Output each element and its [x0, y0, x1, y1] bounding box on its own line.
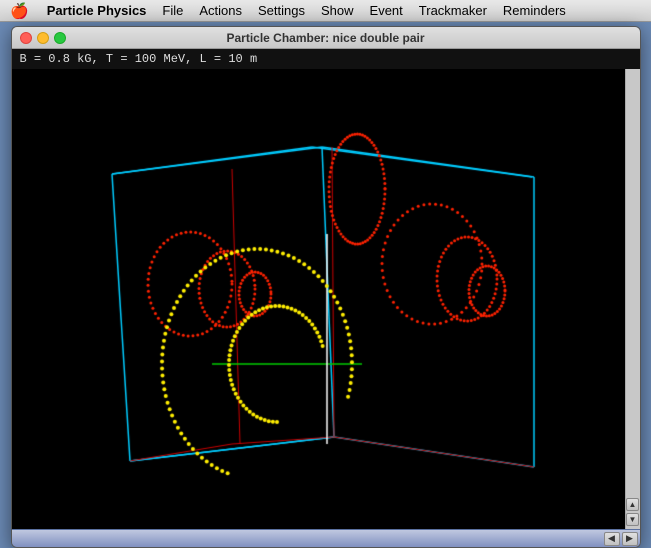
scroll-up-arrow[interactable]: ▲ — [626, 498, 639, 511]
apple-menu[interactable]: 🍎 — [0, 2, 39, 20]
menu-file[interactable]: File — [154, 1, 191, 20]
main-window: Particle Chamber: nice double pair B = 0… — [11, 26, 641, 548]
menu-trackmaker[interactable]: Trackmaker — [411, 1, 495, 20]
menu-reminders[interactable]: Reminders — [495, 1, 574, 20]
maximize-button[interactable] — [54, 32, 66, 44]
particle-canvas-area[interactable]: ▲ ▼ — [12, 69, 640, 529]
menu-bar: 🍎 Particle Physics File Actions Settings… — [0, 0, 651, 22]
menu-event[interactable]: Event — [362, 1, 411, 20]
physics-params: B = 0.8 kG, T = 100 MeV, L = 10 m — [20, 52, 258, 66]
info-bar: B = 0.8 kG, T = 100 MeV, L = 10 m — [12, 49, 640, 69]
window-controls — [20, 32, 66, 44]
menu-settings[interactable]: Settings — [250, 1, 313, 20]
close-button[interactable] — [20, 32, 32, 44]
menu-actions[interactable]: Actions — [191, 1, 250, 20]
title-bar: Particle Chamber: nice double pair — [12, 27, 640, 49]
nav-right-button[interactable]: ▶ — [622, 532, 638, 546]
nav-left-button[interactable]: ◀ — [604, 532, 620, 546]
minimize-button[interactable] — [37, 32, 49, 44]
bottom-navigation: ◀ ▶ — [604, 532, 638, 546]
bottom-bar: ◀ ▶ — [12, 529, 640, 547]
menu-show[interactable]: Show — [313, 1, 362, 20]
scrollbar-right[interactable]: ▲ ▼ — [625, 69, 640, 529]
window-title: Particle Chamber: nice double pair — [226, 31, 424, 45]
scroll-down-arrow[interactable]: ▼ — [626, 513, 639, 526]
menu-particle-physics[interactable]: Particle Physics — [39, 1, 155, 20]
